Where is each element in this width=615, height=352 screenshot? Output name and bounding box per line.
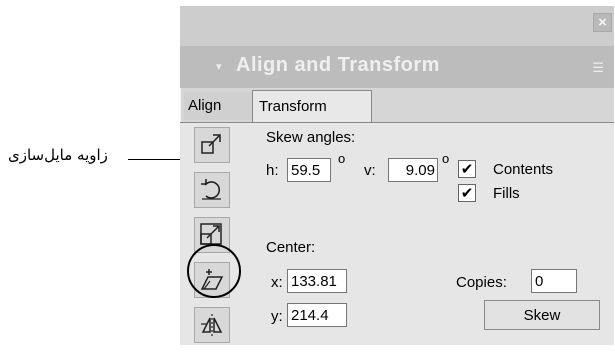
panel-titlebar: ▾ Align and Transform ☰ — [180, 46, 614, 88]
contents-label: Contents — [493, 161, 554, 178]
skew-angles-heading: Skew angles: — [266, 129, 356, 146]
fills-checkbox[interactable]: ✔ — [458, 184, 476, 202]
collapse-arrow-icon[interactable]: ▾ — [216, 60, 222, 73]
fills-label: Fills — [493, 185, 520, 202]
copies-label: Copies: — [456, 274, 507, 291]
mirror-tool-button[interactable] — [194, 307, 230, 343]
center-y-input[interactable]: 214.4 — [287, 303, 347, 327]
transform-content: Skew angles: h: 59.5 o v: 9.09 o ✔ Conte… — [180, 123, 614, 345]
rotate-icon — [201, 179, 221, 200]
x-label: x: — [271, 274, 283, 291]
tab-align[interactable]: Align — [184, 92, 252, 120]
transform-tool-column — [194, 127, 232, 352]
panel-title: Align and Transform — [236, 54, 440, 76]
tab-transform[interactable]: Transform — [252, 90, 372, 123]
resize-icon — [201, 134, 221, 154]
align-transform-panel: × ▾ Align and Transform ☰ Align Transfor… — [180, 6, 614, 345]
panel-menu-icon[interactable]: ☰ — [592, 60, 604, 76]
h-label: h: — [266, 162, 279, 179]
h-degree-symbol: o — [338, 151, 346, 166]
rotate-tool-button[interactable] — [194, 172, 230, 208]
close-icon[interactable]: × — [593, 13, 612, 32]
y-label: y: — [271, 308, 283, 325]
copies-input[interactable]: 0 — [531, 269, 577, 293]
highlight-circle — [187, 244, 241, 298]
panel-top-strip — [180, 6, 614, 46]
v-skew-input[interactable]: 9.09 — [388, 158, 438, 182]
h-skew-input[interactable]: 59.5 — [287, 158, 331, 182]
contents-checkbox[interactable]: ✔ — [458, 160, 476, 178]
annotation-label: زاویه مایل‌سازی — [8, 146, 108, 164]
v-label: v: — [364, 162, 376, 179]
v-degree-symbol: o — [442, 151, 450, 166]
mirror-icon — [201, 314, 223, 336]
resize-tool-button[interactable] — [194, 127, 230, 163]
center-x-input[interactable]: 133.81 — [287, 269, 347, 293]
center-heading: Center: — [266, 239, 316, 256]
skew-button[interactable]: Skew — [484, 300, 600, 330]
